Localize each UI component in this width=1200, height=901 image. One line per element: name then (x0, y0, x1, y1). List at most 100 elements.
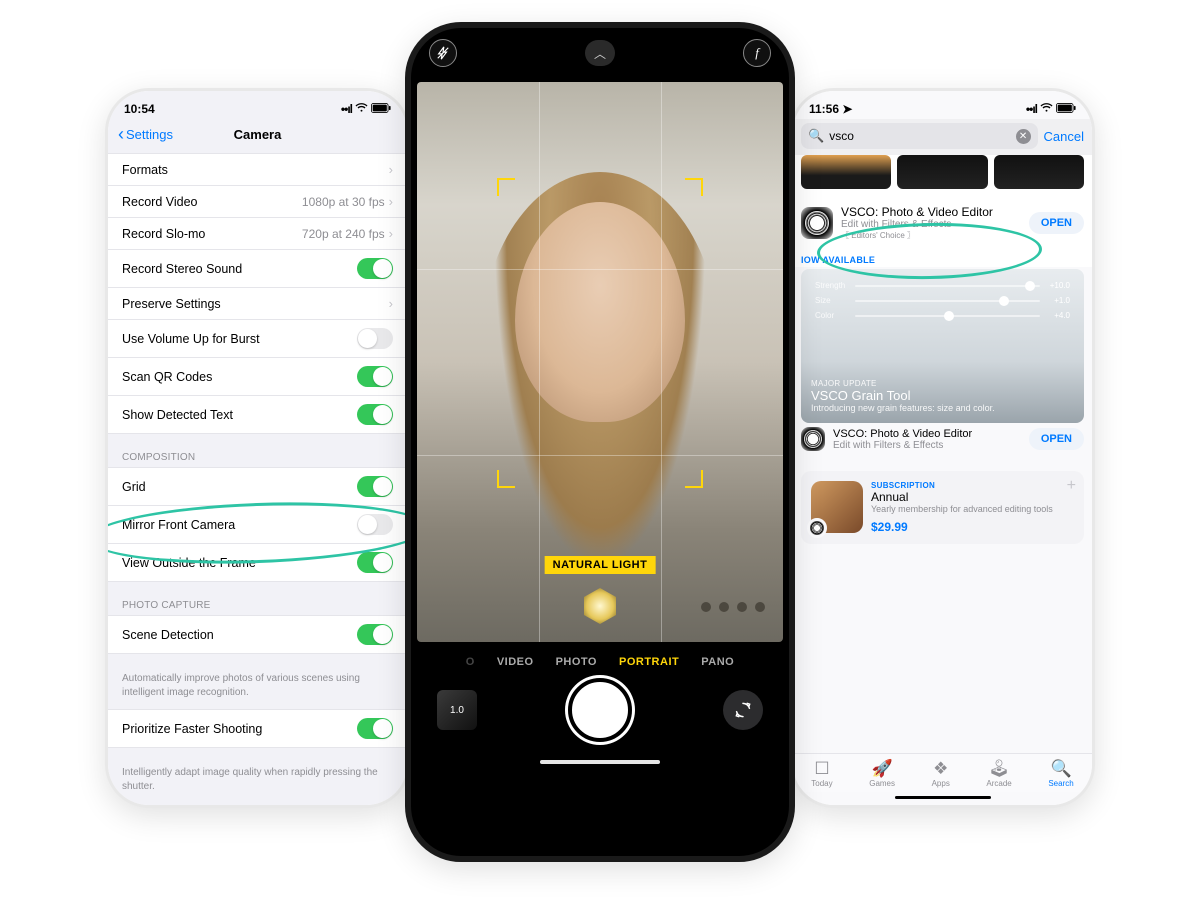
open-button[interactable]: OPEN (1029, 212, 1084, 234)
battery-icon (371, 102, 391, 116)
section-header-capture: PHOTO CAPTURE (108, 596, 407, 615)
focus-corner (685, 470, 703, 488)
tab-apps[interactable]: ❖Apps (932, 760, 950, 788)
tab-games[interactable]: 🚀Games (869, 760, 895, 788)
location-icon: ➤ (842, 102, 852, 116)
inapp-price: $29.99 (871, 520, 1053, 534)
flip-camera-icon[interactable] (723, 690, 763, 730)
row-label: Formats (122, 163, 389, 177)
app-subtitle: Edit with Filters & Effects (841, 219, 1021, 230)
toggle[interactable] (357, 366, 393, 387)
status-bar: 11:56 ➤ ••ıl (793, 91, 1092, 119)
chevron-up-icon[interactable]: ︿ (585, 40, 615, 66)
mode-option[interactable]: VIDEO (497, 656, 534, 668)
settings-row[interactable]: Record Stereo Sound (108, 250, 407, 288)
clear-icon[interactable]: ✕ (1016, 129, 1031, 144)
section-header-composition: COMPOSITION (108, 448, 407, 467)
toggle[interactable] (357, 328, 393, 349)
settings-row[interactable]: Record Video1080p at 30 fps› (108, 186, 407, 218)
viewfinder[interactable]: NATURAL LIGHT (417, 82, 783, 642)
flash-off-icon[interactable] (429, 39, 457, 67)
mode-option[interactable]: PANO (701, 656, 734, 668)
row-label: View Outside the Frame (122, 556, 357, 570)
tab-today[interactable]: ☐Today (811, 760, 832, 788)
slider-row: Color+4.0 (815, 311, 1070, 320)
mode-option[interactable]: O (466, 656, 475, 668)
toggle[interactable] (357, 624, 393, 645)
cancel-button[interactable]: Cancel (1044, 129, 1084, 144)
toggle[interactable] (357, 514, 393, 535)
mode-option[interactable]: PORTRAIT (619, 656, 679, 668)
mode-option[interactable]: PHOTO (556, 656, 597, 668)
toggle[interactable] (357, 476, 393, 497)
phone-camera: ︿ f NATURAL LIGHT O VIDEO PHOTO PORTRAIT PAN… (405, 22, 795, 862)
settings-row[interactable]: Grid (108, 468, 407, 506)
tab-bar: ☐Today 🚀Games ❖Apps 🕹 Arcade 🔍Search (793, 753, 1092, 792)
mode-selector[interactable]: O VIDEO PHOTO PORTRAIT PANO (411, 642, 789, 678)
footer-prioritize: Intelligently adapt image quality when r… (108, 762, 407, 803)
last-photo-thumbnail[interactable]: 1.0 (437, 690, 477, 730)
settings-row[interactable]: Show Detected Text (108, 396, 407, 433)
app-subtitle: Edit with Filters & Effects (833, 440, 1021, 451)
settings-row[interactable]: Use Volume Up for Burst (108, 320, 407, 358)
toggle[interactable] (357, 718, 393, 739)
screenshots-row[interactable] (793, 155, 1092, 197)
screenshot-thumb[interactable] (994, 155, 1084, 189)
settings-row[interactable]: Mirror Front Camera (108, 506, 407, 544)
settings-row[interactable]: Scene Detection (108, 616, 407, 653)
page-title: Camera (234, 127, 282, 142)
back-button[interactable]: ‹ Settings (118, 125, 173, 143)
screenshot-thumb[interactable] (801, 155, 891, 189)
open-button[interactable]: OPEN (1029, 428, 1084, 450)
settings-row[interactable]: Prioritize Faster Shooting (108, 710, 407, 747)
search-icon: 🔍 (808, 128, 824, 144)
app-icon (801, 207, 833, 239)
now-available-label: IOW AVAILABLE (793, 249, 1092, 267)
row-label: Use Volume Up for Burst (122, 332, 357, 346)
arcade-icon: 🕹 (988, 760, 1010, 777)
shutter-row: 1.0 (411, 678, 789, 756)
app-icon-small (807, 518, 827, 538)
screenshot-thumb[interactable] (897, 155, 987, 189)
app-result-text: VSCO: Photo & Video Editor Edit with Fil… (841, 205, 1021, 241)
grid-line (417, 269, 783, 270)
settings-row[interactable]: Scan QR Codes (108, 358, 407, 396)
f-stop-icon[interactable]: f (743, 39, 771, 67)
row-label: Record Video (122, 195, 302, 209)
promo-card[interactable]: Strength+10.0Size+1.0Color+4.0 MAJOR UPD… (801, 269, 1084, 423)
slider-track (855, 285, 1040, 287)
footer-scene: Automatically improve photos of various … (108, 668, 407, 709)
home-indicator[interactable] (540, 760, 660, 764)
settings-row[interactable]: View Outside the Frame (108, 544, 407, 581)
shutter-button[interactable] (568, 678, 632, 742)
toggle[interactable] (357, 404, 393, 425)
slider-value: +10.0 (1046, 281, 1070, 290)
row-label: Scene Detection (122, 628, 357, 642)
wifi-icon (1040, 102, 1053, 116)
row-label: Grid (122, 480, 357, 494)
add-icon[interactable]: + (1067, 477, 1076, 495)
home-indicator[interactable] (895, 796, 991, 800)
tab-arcade[interactable]: 🕹 Arcade (986, 760, 1011, 788)
phone-settings: 10:54 ••ıl ‹ Settings Camera Formats›Rec… (105, 88, 410, 808)
lighting-options[interactable] (701, 602, 765, 612)
promo-text: MAJOR UPDATE VSCO Grain Tool Introducing… (811, 379, 1074, 413)
toggle[interactable] (357, 258, 393, 279)
settings-row[interactable]: Formats› (108, 154, 407, 186)
app-result-2[interactable]: VSCO: Photo & Video Editor Edit with Fil… (793, 423, 1092, 459)
search-input[interactable]: 🔍 vsco ✕ (801, 123, 1038, 149)
battery-icon (1056, 102, 1076, 116)
search-value: vsco (829, 129, 854, 143)
app-result[interactable]: VSCO: Photo & Video Editor Edit with Fil… (793, 197, 1092, 249)
row-detail: 720p at 240 fps (302, 227, 385, 241)
apps-icon: ❖ (933, 760, 948, 777)
inapp-card[interactable]: SUBSCRIPTION Annual Yearly membership fo… (801, 471, 1084, 544)
settings-row[interactable]: Preserve Settings› (108, 288, 407, 320)
settings-row[interactable]: Record Slo-mo720p at 240 fps› (108, 218, 407, 250)
slider-label: Color (815, 311, 849, 320)
tab-search[interactable]: 🔍Search (1048, 760, 1073, 788)
tab-label: Arcade (986, 779, 1011, 788)
slider-row: Size+1.0 (815, 296, 1070, 305)
inapp-title: Annual (871, 490, 1053, 504)
toggle[interactable] (357, 552, 393, 573)
